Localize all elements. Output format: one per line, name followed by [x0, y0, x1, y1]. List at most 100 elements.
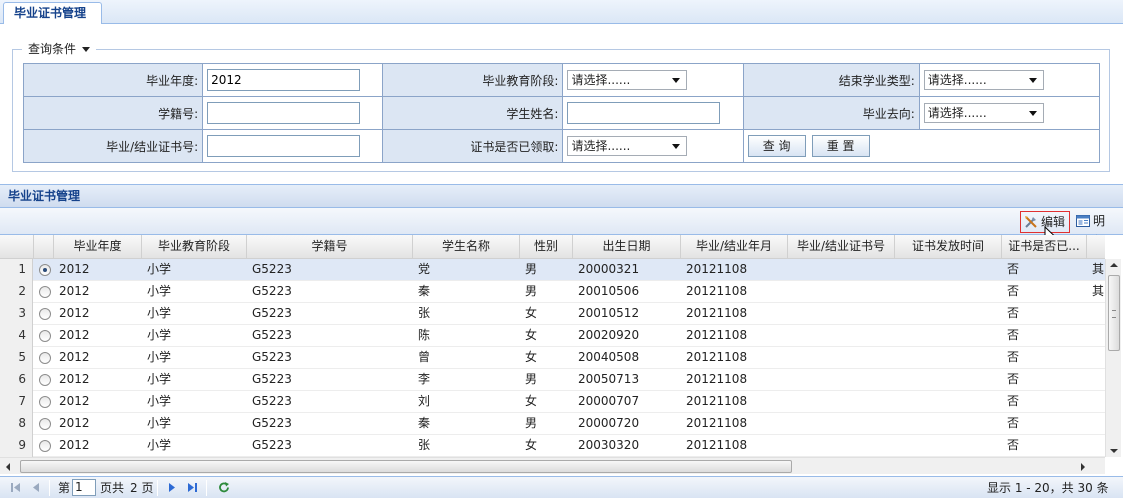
cell-extra	[1087, 303, 1105, 325]
student-no-input[interactable]	[207, 102, 361, 124]
vertical-scroll-thumb[interactable]	[1108, 275, 1120, 351]
cell-cert-no	[788, 391, 895, 413]
row-select-radio[interactable]	[39, 440, 51, 452]
grad-year-label: 毕业年度:	[22, 63, 204, 97]
row-number: 3	[0, 303, 33, 325]
cell-grad-date: 20121108	[686, 306, 748, 320]
cell-grad-year: 2012	[59, 372, 90, 386]
tab-cert-management[interactable]: 毕业证书管理	[3, 2, 102, 24]
cell-stage: 小学	[147, 438, 172, 452]
row-select-radio[interactable]	[39, 418, 51, 430]
table-row[interactable]: 9 2012 小学 G5223 张 女 20030320 20121108 否	[0, 435, 1105, 457]
header-student-no[interactable]: 学籍号	[247, 235, 413, 259]
cell-student-name: 张	[418, 306, 431, 320]
header-grad-date[interactable]: 毕业/结业年月	[681, 235, 788, 259]
row-select-radio[interactable]	[39, 286, 51, 298]
cell-issue-time	[895, 281, 1002, 303]
scroll-left-icon[interactable]	[6, 463, 10, 471]
cell-student-name: 陈	[418, 328, 431, 342]
next-page-icon[interactable]	[166, 481, 178, 494]
table-row[interactable]: 2 2012 小学 G5223 秦 男 20010506 20121108 否 其	[0, 281, 1105, 303]
scroll-right-icon[interactable]	[1081, 463, 1085, 471]
table-row[interactable]: 7 2012 小学 G5223 刘 女 20000707 20121108 否	[0, 391, 1105, 413]
row-select-radio[interactable]	[39, 374, 51, 386]
first-page-icon[interactable]	[10, 481, 22, 494]
row-select-radio[interactable]	[39, 396, 51, 408]
row-number: 6	[0, 369, 33, 391]
vertical-scrollbar[interactable]	[1105, 259, 1121, 457]
prev-page-icon[interactable]	[30, 481, 42, 494]
horizontal-scrollbar[interactable]	[0, 457, 1105, 474]
cell-student-no: G5223	[252, 284, 292, 298]
table-row[interactable]: 8 2012 小学 G5223 秦 男 20000720 20121108 否	[0, 413, 1105, 435]
grid-body: 1 2012 小学 G5223 党男 20000321 20121108 否其 2 2012 小学 G…	[0, 259, 1105, 457]
row-select-radio[interactable]	[39, 330, 51, 342]
row-select-radio[interactable]	[39, 352, 51, 364]
cell-extra: 其	[1092, 284, 1105, 298]
received-label: 证书是否已领取:	[382, 129, 564, 163]
cell-grad-date: 20121108	[686, 284, 748, 298]
detail-button[interactable]: 明细	[1073, 211, 1119, 248]
cert-no-input[interactable]	[207, 135, 361, 157]
grad-year-input[interactable]	[207, 69, 361, 91]
last-page-icon[interactable]	[186, 481, 198, 494]
cell-issue-time	[895, 435, 1002, 457]
cell-student-name: 曾	[418, 350, 431, 364]
header-issue-time[interactable]: 证书发放时间	[895, 235, 1002, 259]
search-button[interactable]: 查 询	[747, 135, 806, 157]
header-received[interactable]: 证书是否已...	[1002, 235, 1087, 259]
cell-sex: 女	[525, 438, 538, 452]
cell-issue-time	[895, 303, 1002, 325]
cell-sex: 男	[525, 284, 538, 298]
table-row[interactable]: 6 2012 小学 G5223 李 男 20050713 20121108 否	[0, 369, 1105, 391]
cell-grad-date: 20121108	[686, 328, 748, 342]
table-row[interactable]: 3 2012 小学 G5223 张 女 20010512 20121108 否	[0, 303, 1105, 325]
header-cert-no[interactable]: 毕业/结业证书号	[788, 235, 895, 259]
destination-select[interactable]: 请选择......	[923, 103, 1044, 123]
received-select-value: 请选择......	[571, 139, 631, 153]
query-legend[interactable]: 查询条件	[22, 40, 97, 58]
row-select-radio[interactable]	[39, 264, 51, 276]
cell-birth: 20030320	[578, 438, 640, 452]
table-row[interactable]: 4 2012 小学 G5223 陈 女 20020920 20121108 否	[0, 325, 1105, 347]
row-number: 1	[0, 259, 33, 281]
cell-student-no: G5223	[252, 328, 292, 342]
header-stage[interactable]: 毕业教育阶段	[142, 235, 247, 259]
cell-stage: 小学	[147, 394, 172, 408]
cell-sex: 女	[525, 394, 538, 408]
table-row[interactable]: 1 2012 小学 G5223 党 男 20000321 20121108 否 其	[0, 259, 1105, 281]
end-type-select[interactable]: 请选择......	[923, 70, 1044, 90]
cell-grad-year: 2012	[59, 328, 90, 342]
header-select	[34, 235, 54, 259]
cell-received: 否	[1007, 438, 1020, 452]
table-row[interactable]: 5 2012 小学 G5223 曾 女 20040508 20121108 否	[0, 347, 1105, 369]
stage-select[interactable]: 请选择......	[567, 70, 688, 90]
cell-birth: 20010512	[578, 306, 640, 320]
header-rownum	[0, 235, 34, 259]
pager: 第 1 页共 2 页 显示 1 - 20，共 30 条	[0, 476, 1123, 498]
cell-received: 否	[1007, 284, 1020, 298]
scroll-up-icon[interactable]	[1110, 263, 1118, 267]
received-select[interactable]: 请选择......	[567, 136, 688, 156]
header-sex[interactable]: 性别	[520, 235, 573, 259]
header-birth[interactable]: 出生日期	[573, 235, 681, 259]
cell-issue-time	[895, 259, 1002, 281]
header-student-name[interactable]: 学生名称	[413, 235, 520, 259]
header-grad-year[interactable]: 毕业年度	[54, 235, 142, 259]
row-number: 2	[0, 281, 33, 303]
display-range: 显示 1 - 20，共 30 条	[987, 481, 1109, 495]
cell-birth: 20000707	[578, 394, 640, 408]
cell-grad-date: 20121108	[686, 350, 748, 364]
student-name-input[interactable]	[567, 102, 721, 124]
refresh-icon[interactable]	[218, 481, 230, 494]
row-number: 4	[0, 325, 33, 347]
page-number-input[interactable]: 1	[72, 479, 96, 496]
row-number: 8	[0, 413, 33, 435]
dropdown-arrow-icon	[672, 78, 681, 83]
scroll-down-icon[interactable]	[1110, 449, 1118, 453]
cell-student-name: 秦	[418, 416, 431, 430]
reset-button[interactable]: 重 置	[811, 135, 870, 157]
cell-extra	[1087, 391, 1105, 413]
horizontal-scroll-thumb[interactable]	[20, 460, 792, 473]
row-select-radio[interactable]	[39, 308, 51, 320]
